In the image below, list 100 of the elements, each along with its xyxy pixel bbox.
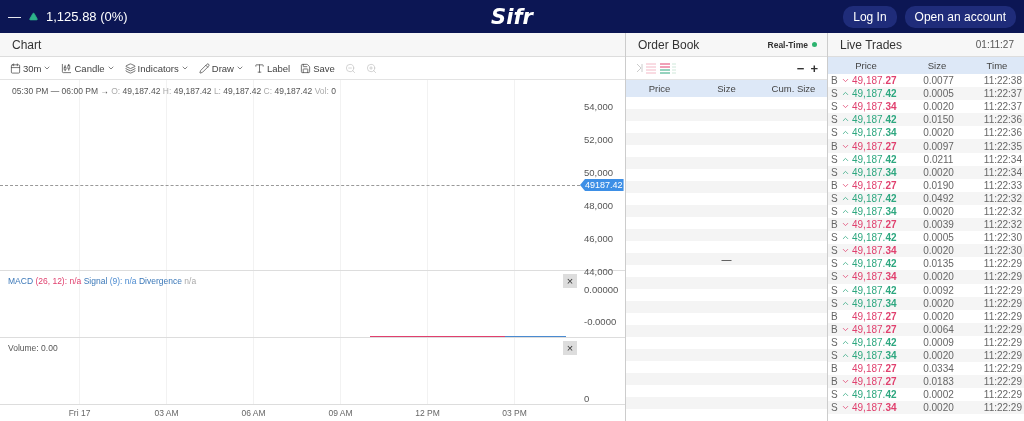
size-cell-text: 0.0064 [922, 323, 955, 335]
column-header: Time [985, 60, 1009, 71]
price-cell: 49,187.34 [852, 127, 897, 139]
price-cell: 49,187.42 [852, 284, 897, 296]
volume-legend: Volume: 0.00 [8, 343, 58, 353]
caret-icon [43, 64, 52, 72]
axis-label: 54,000 [584, 100, 614, 112]
price-cell: 49,187.27 [852, 323, 897, 335]
time-cell-text: 11:22:29 [982, 271, 1023, 283]
price-cell: 49,187.34 [852, 350, 897, 361]
column-header: Size [926, 60, 948, 71]
size-cell-text: 0.0183 [922, 376, 955, 388]
time-cell-text: 11:22:29 [982, 363, 1023, 375]
time-cell-text: 11:22:29 [982, 323, 1023, 335]
column-header: Price [647, 83, 672, 94]
panel-title: Order Book [638, 37, 700, 52]
price-cell: 49,187.27 [852, 179, 897, 191]
time-cell-text: 11:22:33 [982, 179, 1023, 191]
axis-label: 0.00000 [584, 283, 619, 295]
side-cell: S [831, 88, 839, 100]
side-cell: S [831, 284, 839, 296]
time-cell-text: 11:22:29 [982, 310, 1023, 322]
side-cell: B [831, 179, 839, 191]
nav-button[interactable]: Log In [843, 5, 897, 28]
price-cell: 49,187.27 [852, 310, 897, 322]
side-cell: S [831, 297, 839, 309]
side-cell: S [831, 336, 839, 348]
toolbar-button[interactable]: Save [300, 62, 335, 74]
time-cell-text: 11:22:38 [982, 75, 1023, 87]
up-triangle-icon [29, 12, 38, 21]
zoom-button[interactable]: + [807, 61, 821, 76]
caret-icon [235, 64, 244, 72]
clock: 01:11:27 [975, 39, 1014, 50]
price-cell: 49,187.27 [852, 219, 897, 231]
size-cell-text: 0.0135 [922, 258, 955, 270]
toolbar-menu-button[interactable]: Draw [198, 62, 244, 74]
price-cell: 49,187.34 [852, 402, 897, 414]
panel-title: Live Trades [840, 37, 903, 52]
time-cell-text: 11:22:36 [982, 114, 1023, 126]
side-cell: B [831, 219, 839, 231]
close-button[interactable]: × [563, 274, 577, 288]
axis-label: 52,000 [584, 133, 614, 145]
time-label: 09 AM [327, 407, 354, 420]
size-cell-text: 0.0009 [922, 336, 955, 348]
pencil-icon [198, 62, 210, 74]
toolbar-menu-button[interactable]: Indicators [124, 62, 189, 74]
panel-title: Chart [12, 37, 42, 52]
price-cell: 49,187.34 [852, 297, 897, 309]
calendar-icon [10, 62, 21, 74]
book-view-icon[interactable] [636, 62, 676, 74]
time-cell-text: 11:22:32 [982, 219, 1023, 231]
price-cell: 49,187.27 [852, 75, 897, 87]
price-cell: 49,187.34 [852, 166, 897, 178]
size-cell-text: 0.0092 [922, 284, 955, 296]
price-cell: 49,187.42 [852, 153, 897, 165]
axis-label: 48,000 [584, 199, 614, 211]
size-cell-text: 0.0020 [922, 310, 955, 322]
side-cell: B [831, 363, 839, 375]
time-cell-text: 11:22:35 [982, 140, 1023, 152]
size-cell-text: 0.0020 [922, 297, 955, 309]
toolbar-menu-button[interactable]: Candle [61, 62, 115, 74]
column-header: Price [854, 60, 878, 71]
time-label: 03 PM [501, 407, 528, 420]
time-cell-text: 11:22:29 [982, 284, 1023, 296]
size-cell-text: 0.0211 [922, 153, 955, 165]
time-label: 03 AM [153, 407, 180, 420]
side-cell: S [831, 153, 839, 165]
time-cell-text: 11:22:34 [982, 153, 1023, 165]
nav-button[interactable]: Open an account [904, 5, 1016, 28]
side-cell: S [831, 114, 839, 126]
time-cell-text: 11:22:29 [982, 297, 1023, 309]
time-cell-text: 11:22:29 [982, 350, 1023, 361]
time-cell-text: 11:22:30 [982, 232, 1023, 244]
size-cell-text: 0.0020 [922, 245, 955, 257]
status-indicator: Real-Time [767, 39, 817, 50]
side-cell: S [831, 166, 839, 178]
price-cell: 49,187.42 [852, 389, 897, 401]
time-cell-text: 11:22:29 [982, 389, 1023, 401]
time-label: 12 PM [414, 407, 441, 420]
price-cell: 49,187.34 [852, 245, 897, 257]
size-cell-text: 0.0334 [922, 363, 955, 375]
side-cell: S [831, 127, 839, 139]
toolbar-menu-button[interactable]: 30m [10, 62, 52, 74]
price-cell: 49,187.27 [852, 140, 897, 152]
side-cell: S [831, 232, 839, 244]
size-cell-text: 0.0005 [922, 88, 955, 100]
toolbar-button[interactable]: Label [253, 62, 291, 74]
side-cell: S [831, 192, 839, 204]
price-cell: 49,187.42 [852, 192, 897, 204]
size-cell-text: 0.0039 [922, 219, 955, 231]
side-cell: S [831, 271, 839, 283]
size-cell-text: 0.0020 [922, 166, 955, 178]
zoom-button[interactable]: − [793, 61, 808, 76]
side-cell: S [831, 350, 839, 361]
caret-icon [180, 64, 189, 72]
size-cell-text: 0.0020 [922, 350, 955, 361]
close-button[interactable]: × [563, 341, 577, 355]
side-cell: B [831, 75, 839, 87]
time-label: 06 AM [240, 407, 267, 420]
price-cell: 49,187.42 [852, 258, 897, 270]
